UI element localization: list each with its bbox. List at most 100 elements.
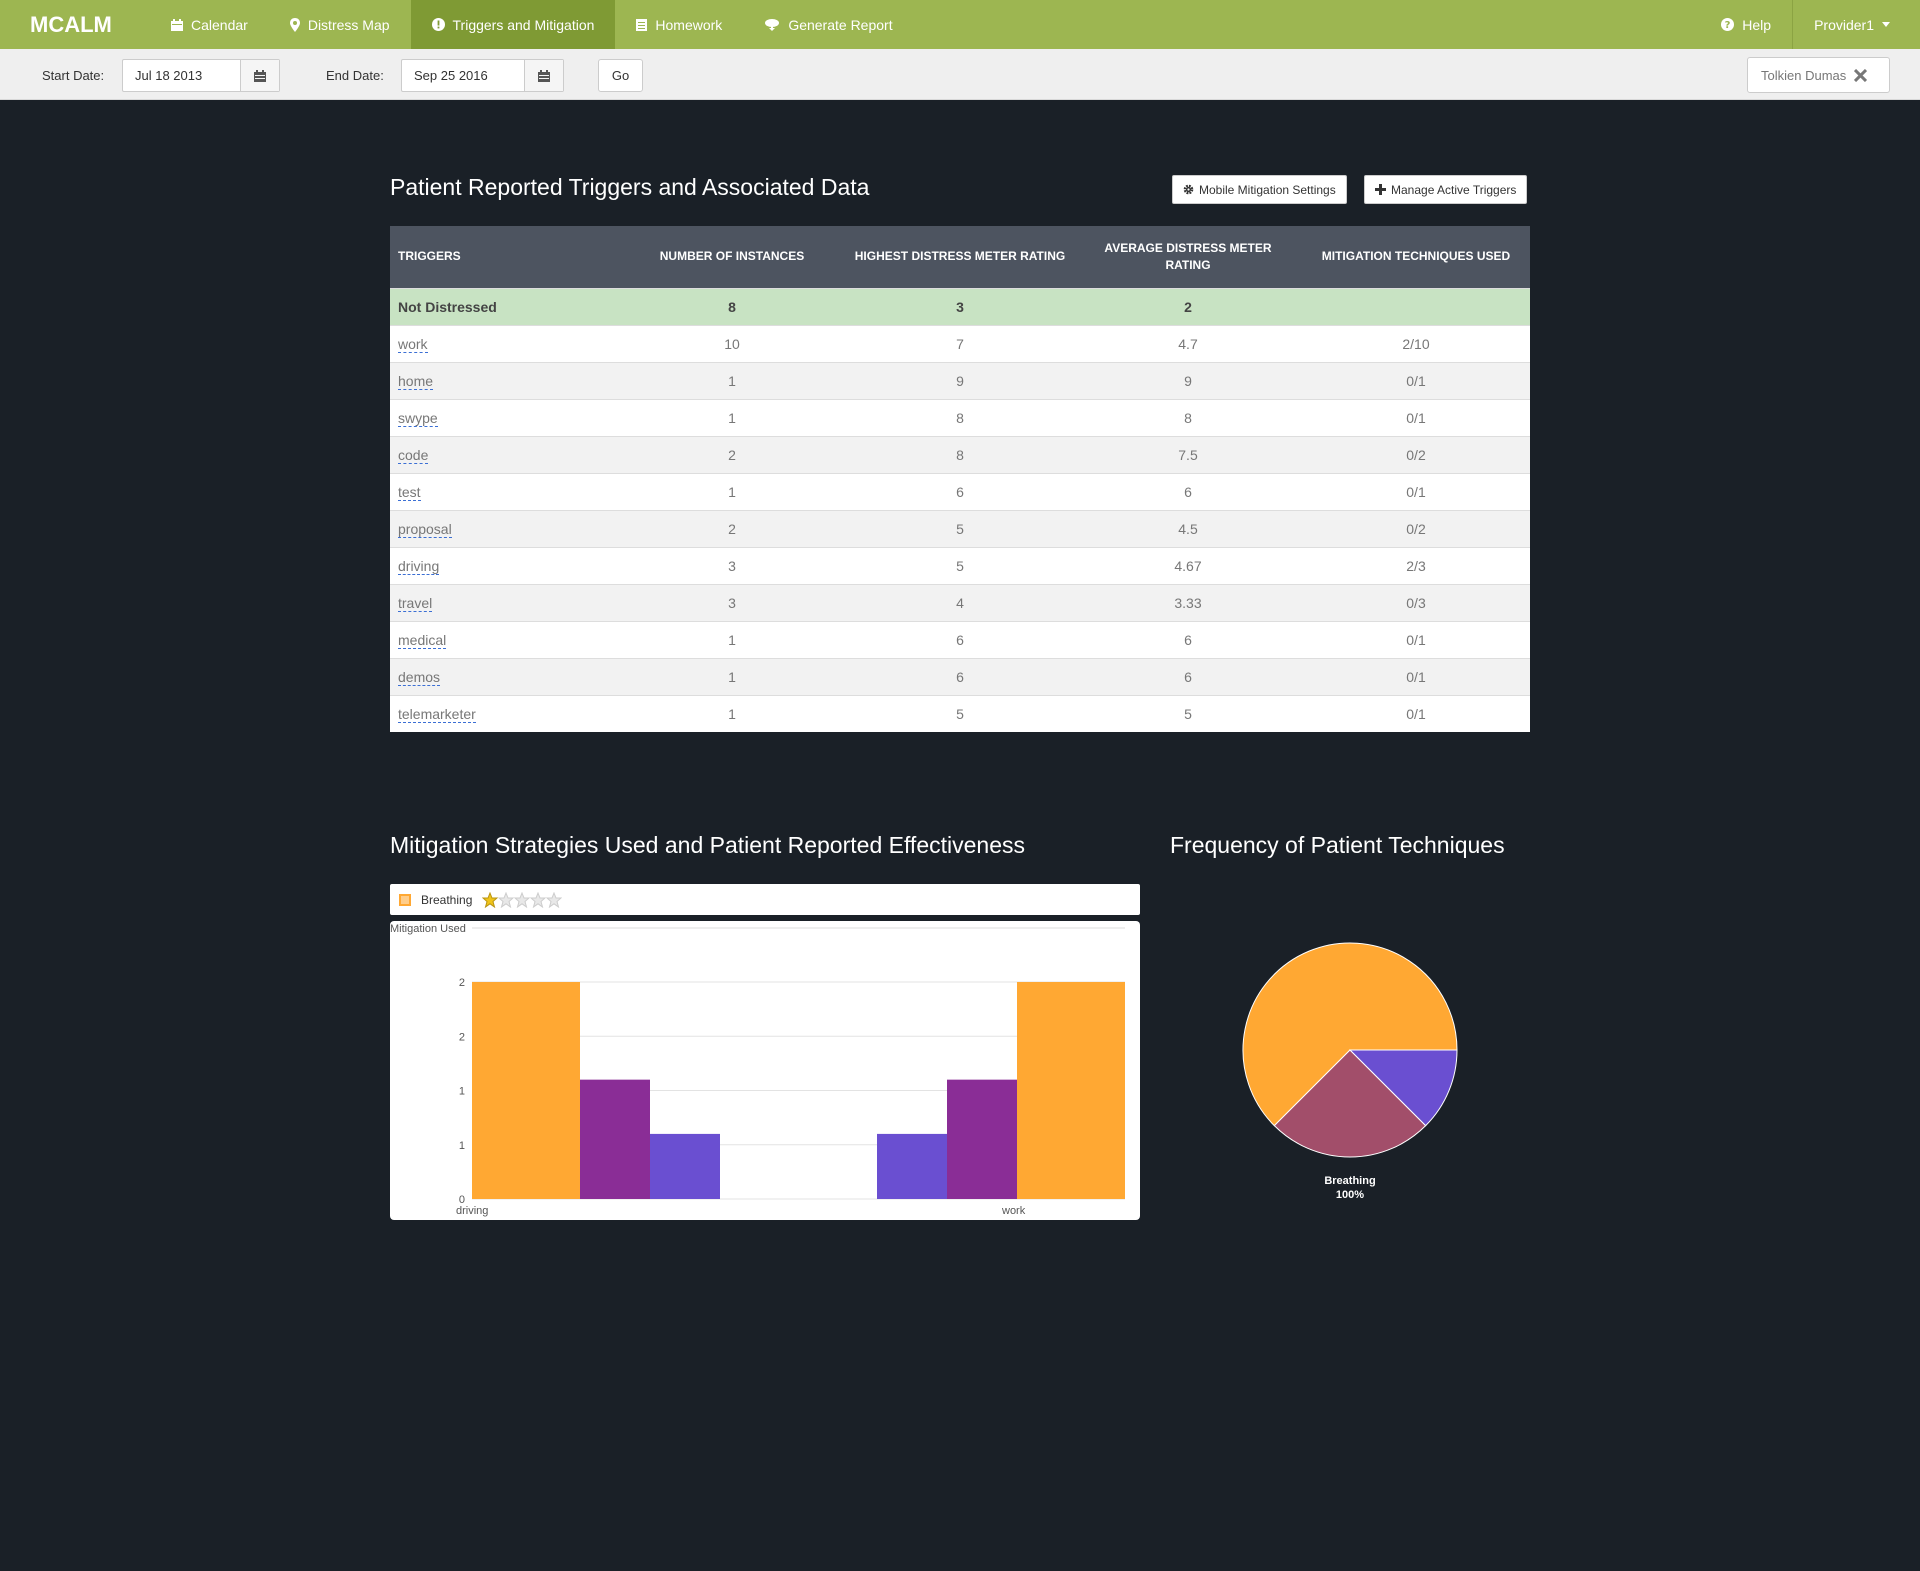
trigger-link[interactable]: work xyxy=(398,335,428,353)
cell-highest: 8 xyxy=(956,446,964,463)
mobile-mitigation-settings-button[interactable]: Mobile Mitigation Settings xyxy=(1172,175,1347,204)
mitigation-section-title: Mitigation Strategies Used and Patient R… xyxy=(390,832,1025,858)
cell-highest: 5 xyxy=(956,520,964,537)
cell-instances: 1 xyxy=(728,483,736,500)
bar xyxy=(877,1133,947,1199)
legend-label-breathing: Breathing xyxy=(421,892,473,907)
map-marker-icon xyxy=(289,17,300,32)
frequency-section-title: Frequency of Patient Techniques xyxy=(1170,832,1505,858)
cell-instances: 10 xyxy=(724,335,740,352)
table-row: home 1 9 9 0/1 xyxy=(390,362,1530,399)
trigger-link[interactable]: swype xyxy=(398,409,438,427)
table-row: code 2 8 7.5 0/2 xyxy=(390,436,1530,473)
star-icon[interactable] xyxy=(482,891,499,908)
column-header-mitigation-used[interactable]: Mitigation Techniques Used xyxy=(1302,226,1530,288)
star-icon[interactable] xyxy=(530,891,547,908)
cell-highest: 4 xyxy=(956,594,964,611)
trigger-link[interactable]: medical xyxy=(398,631,447,649)
bar-chart-svg: Mitigation Used01122driving work xyxy=(390,923,1125,1217)
star-icon[interactable] xyxy=(498,891,515,908)
cell-name: test xyxy=(390,473,618,510)
cell-average: 6 xyxy=(1184,668,1192,685)
trigger-link[interactable]: driving xyxy=(398,557,440,575)
cell-instances: 3 xyxy=(728,594,736,611)
nav-generate-report[interactable]: Generate Report xyxy=(743,0,913,49)
cell-mitigation: 0/1 xyxy=(1406,372,1426,389)
star-icon[interactable] xyxy=(546,891,563,908)
table-row: swype 1 8 8 0/1 xyxy=(390,399,1530,436)
manage-active-triggers-label: Manage Active Triggers xyxy=(1391,182,1517,197)
cell-instances: 2 xyxy=(728,446,736,463)
top-navbar: MCALM Calendar Distress Map Triggers and… xyxy=(0,0,1920,49)
column-header-instances[interactable]: Number of Instances xyxy=(618,226,846,288)
y-tick-label: 2 xyxy=(459,977,465,989)
cell-average: 9 xyxy=(1184,372,1192,389)
column-header-average-rating[interactable]: Average Distress Meter Rating xyxy=(1074,226,1302,288)
table-row: work 10 7 4.7 2/10 xyxy=(390,325,1530,362)
nav-calendar[interactable]: Calendar xyxy=(150,0,269,49)
end-date-label: End Date: xyxy=(326,68,384,83)
cell-mitigation: 2/10 xyxy=(1402,335,1430,352)
column-header-highest-rating[interactable]: Highest Distress Meter Rating xyxy=(846,226,1074,288)
cell-highest: 6 xyxy=(956,631,964,648)
frequency-pie-chart: Breathing 100% xyxy=(1220,900,1480,1230)
exclamation-circle-icon xyxy=(431,18,445,31)
pie-label: Breathing xyxy=(1324,1175,1375,1187)
cell-mitigation: 0/3 xyxy=(1406,594,1426,611)
x-tick-label: driving xyxy=(456,1205,488,1217)
cell-name: medical xyxy=(390,621,618,658)
patient-selector[interactable]: Tolkien Dumas xyxy=(1747,57,1890,93)
start-date-picker-button[interactable] xyxy=(241,60,279,91)
trigger-link[interactable]: test xyxy=(398,483,421,501)
table-header-row: Triggers Number of Instances Highest Dis… xyxy=(390,226,1530,288)
cell-average: 2 xyxy=(1184,298,1192,315)
trigger-link[interactable]: code xyxy=(398,446,429,464)
manage-active-triggers-button[interactable]: Manage Active Triggers xyxy=(1364,175,1528,204)
nav-homework[interactable]: Homework xyxy=(615,0,743,49)
column-header-triggers[interactable]: Triggers xyxy=(390,226,618,288)
cell-instances: 1 xyxy=(728,631,736,648)
cell-mitigation: 0/2 xyxy=(1406,520,1426,537)
nav-triggers-label: Triggers and Mitigation xyxy=(452,16,595,33)
legend-swatch-breathing xyxy=(399,893,411,906)
trigger-link[interactable]: home xyxy=(398,372,434,390)
trigger-link[interactable]: proposal xyxy=(398,520,452,538)
cell-name: driving xyxy=(390,547,618,584)
cell-mitigation: 0/1 xyxy=(1406,705,1426,722)
pie-percent-label: 100% xyxy=(1336,1189,1364,1201)
trigger-link[interactable]: travel xyxy=(398,594,433,612)
close-icon[interactable] xyxy=(1854,68,1868,82)
list-icon xyxy=(636,18,648,31)
calendar-icon xyxy=(538,69,550,82)
star-rating[interactable] xyxy=(482,891,563,908)
end-date-group: Sep 25 2016 xyxy=(401,59,564,92)
go-button[interactable]: Go xyxy=(598,59,643,92)
table-row: medical 1 6 6 0/1 xyxy=(390,621,1530,658)
nav-help[interactable]: ? Help xyxy=(1700,0,1792,49)
star-icon[interactable] xyxy=(514,891,531,908)
cell-average: 3.33 xyxy=(1174,594,1202,611)
triggers-section-title: Patient Reported Triggers and Associated… xyxy=(390,174,870,200)
trigger-link[interactable]: demos xyxy=(398,668,441,686)
cell-trigger: Not Distressed xyxy=(398,298,497,315)
nav-distress-map[interactable]: Distress Map xyxy=(269,0,411,49)
cell-mitigation: 0/1 xyxy=(1406,409,1426,426)
brand-logo[interactable]: MCALM xyxy=(0,0,150,49)
cell-highest: 7 xyxy=(956,335,964,352)
nav-triggers-and-mitigation[interactable]: Triggers and Mitigation xyxy=(410,0,616,49)
start-date-input[interactable]: Jul 18 2013 xyxy=(123,60,241,91)
y-tick-label: 2 xyxy=(459,1031,465,1043)
trigger-link[interactable]: telemarketer xyxy=(398,705,476,723)
cell-mitigation: 0/1 xyxy=(1406,668,1426,685)
cell-name: telemarketer xyxy=(390,695,618,732)
cell-name: swype xyxy=(390,399,618,436)
cell-name: demos xyxy=(390,658,618,695)
cell-mitigation: 0/1 xyxy=(1406,483,1426,500)
user-dropdown[interactable]: Provider1 xyxy=(1793,0,1920,49)
end-date-picker-button[interactable] xyxy=(525,60,563,91)
cell-mitigation: 0/2 xyxy=(1406,446,1426,463)
patient-name: Tolkien Dumas xyxy=(1761,67,1847,83)
bar xyxy=(580,1079,650,1199)
end-date-input[interactable]: Sep 25 2016 xyxy=(402,60,525,91)
cell-mitigation xyxy=(1302,288,1530,325)
